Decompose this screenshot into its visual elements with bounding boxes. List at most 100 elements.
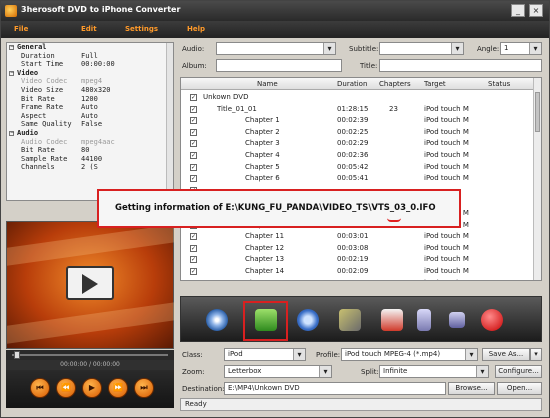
property-row[interactable]: Video Codec mpeg4 <box>7 77 173 86</box>
row-checkbox[interactable]: ✓ <box>190 140 197 148</box>
property-row[interactable]: Bit Rate 80 <box>7 146 173 155</box>
row-checkbox[interactable]: ✓ <box>190 175 197 183</box>
video-preview <box>6 221 175 349</box>
collapse-icon[interactable]: − <box>9 70 14 76</box>
playback-controls: ⏮ ⏪ ▶ ⏩ ⏭ <box>6 370 174 408</box>
table-row[interactable]: ✓ Chapter 3 00:02:29 iPod touch M <box>181 138 535 150</box>
timecode-display: 00:00:00 / 00:00:00 <box>6 360 174 370</box>
property-row[interactable]: Aspect Auto <box>7 112 173 121</box>
profile-select[interactable]: iPod touch MPEG-4 (*.mp4) <box>341 348 478 361</box>
property-row[interactable]: Audio Codec mpeg4aac <box>7 138 173 147</box>
stop-icon[interactable] <box>449 312 465 328</box>
col-duration[interactable]: Duration <box>337 80 367 88</box>
table-row[interactable]: ✓ Chapter 14 00:02:09 iPod touch M <box>181 266 535 278</box>
property-row[interactable]: Same Quality False <box>7 120 173 129</box>
class-select[interactable]: iPod <box>224 348 306 361</box>
title-input[interactable] <box>379 59 542 72</box>
skip-back-button[interactable]: ⏮ <box>30 378 50 398</box>
collapse-icon[interactable]: − <box>9 130 14 136</box>
list-icon[interactable] <box>381 309 403 331</box>
property-row[interactable]: Video Size 480x320 <box>7 86 173 95</box>
album-input[interactable] <box>216 59 342 72</box>
cell-name: Chapter 5 <box>245 162 280 171</box>
table-row[interactable]: ✓ Unkown DVD <box>181 92 535 104</box>
cell-target: iPod touch M <box>424 278 469 280</box>
collapse-icon[interactable]: − <box>9 45 14 50</box>
row-checkbox[interactable]: ✓ <box>190 256 197 264</box>
table-row[interactable]: ✓ Chapter 13 00:02:19 iPod touch M <box>181 254 535 266</box>
row-checkbox[interactable]: ✓ <box>190 105 197 113</box>
fast-forward-button[interactable]: ⏩ <box>108 378 128 398</box>
open-button[interactable]: Open... <box>497 382 542 395</box>
row-checkbox[interactable]: ✓ <box>190 117 197 125</box>
profile-label: Profile: <box>316 351 341 359</box>
table-row[interactable]: ✓ Chapter 2 00:02:25 iPod touch M <box>181 127 535 139</box>
row-checkbox[interactable]: ✓ <box>190 128 197 136</box>
col-target[interactable]: Target <box>424 80 446 88</box>
title-bar[interactable]: 3herosoft DVD to iPhone Converter _ × <box>1 1 549 21</box>
seek-bar[interactable] <box>6 350 174 360</box>
row-checkbox[interactable]: ✓ <box>190 163 197 171</box>
cell-name: Chapter 14 <box>245 267 285 275</box>
subtitle-select[interactable] <box>379 42 464 55</box>
property-row[interactable]: Duration Full <box>7 52 173 61</box>
save-as-dropdown-button[interactable]: ▾ <box>530 348 542 361</box>
property-section[interactable]: − Video <box>7 69 173 78</box>
save-as-button[interactable]: Save As... <box>482 348 530 361</box>
table-row[interactable]: ✓ Chapter 12 00:03:08 iPod touch M <box>181 243 535 255</box>
audio-select[interactable] <box>216 42 336 55</box>
play-button[interactable]: ▶ <box>82 378 102 398</box>
destination-input[interactable]: E:\MP4\Unkown DVD <box>224 382 446 395</box>
cell-name: Unkown DVD <box>203 93 249 101</box>
menu-file[interactable]: File <box>14 25 28 33</box>
property-row[interactable]: Channels 2 (S <box>7 163 173 172</box>
pause-icon[interactable] <box>417 309 431 331</box>
angle-select[interactable]: 1 <box>500 42 542 55</box>
record-icon[interactable] <box>481 309 503 331</box>
row-checkbox[interactable]: ✓ <box>190 279 197 280</box>
col-chapters[interactable]: Chapters <box>379 80 411 88</box>
seek-handle[interactable] <box>14 351 20 359</box>
skip-forward-button[interactable]: ⏭ <box>134 378 154 398</box>
menu-settings[interactable]: Settings <box>125 25 158 33</box>
menu-help[interactable]: Help <box>187 25 205 33</box>
browse-button[interactable]: Browse... <box>448 382 495 395</box>
row-checkbox[interactable]: ✓ <box>190 233 197 241</box>
table-row[interactable]: ✓ Title_01_01 01:28:15 23 iPod touch M <box>181 104 535 116</box>
row-checkbox[interactable]: ✓ <box>190 268 197 275</box>
minimize-button[interactable]: _ <box>511 4 525 17</box>
table-row[interactable]: ✓ Chapter 11 00:03:01 iPod touch M <box>181 231 535 243</box>
menu-edit[interactable]: Edit <box>81 25 97 33</box>
edit-icon[interactable] <box>339 309 361 331</box>
property-value: Full <box>81 51 98 60</box>
property-value: False <box>81 120 103 129</box>
table-row[interactable]: ✓ Chapter 4 00:02:36 iPod touch M <box>181 150 535 162</box>
col-name[interactable]: Name <box>257 80 278 88</box>
property-section[interactable]: − General <box>7 43 173 52</box>
row-checkbox[interactable]: ✓ <box>190 244 197 252</box>
split-select[interactable]: Infinite <box>379 365 489 378</box>
row-checkbox[interactable]: ✓ <box>190 94 197 101</box>
zoom-select[interactable]: Letterbox <box>224 365 332 378</box>
col-status[interactable]: Status <box>488 80 510 88</box>
cell-name: Chapter 6 <box>245 174 280 183</box>
dvd-load-icon[interactable] <box>206 309 228 331</box>
rewind-button[interactable]: ⏪ <box>56 378 76 398</box>
close-button[interactable]: × <box>529 4 543 17</box>
window-title: 3herosoft DVD to iPhone Converter <box>21 5 181 14</box>
property-row[interactable]: Sample Rate 44100 <box>7 155 173 164</box>
table-row[interactable]: ✓ Chapter 6 00:05:41 iPod touch M <box>181 173 535 185</box>
property-row[interactable]: Frame Rate Auto <box>7 103 173 112</box>
cell-duration: 00:02:36 <box>337 151 369 159</box>
snapshot-icon[interactable] <box>297 309 319 331</box>
table-scrollbar[interactable] <box>533 78 541 280</box>
configure-button[interactable]: Configure... <box>495 365 542 378</box>
table-row[interactable]: ✓ Chapter 5 00:05:42 iPod touch M <box>181 162 535 174</box>
row-checkbox[interactable]: ✓ <box>190 152 197 159</box>
table-row[interactable]: ✓ Chapter 1 00:02:39 iPod touch M <box>181 115 535 127</box>
property-row[interactable]: Start Time 00:00:00 <box>7 60 173 69</box>
property-row[interactable]: Bit Rate 1200 <box>7 95 173 104</box>
property-section[interactable]: − Audio <box>7 129 173 138</box>
properties-scrollbar[interactable] <box>166 43 173 200</box>
table-row[interactable]: ✓ Chapter 15 00:04:02 iPod touch M <box>181 278 535 280</box>
